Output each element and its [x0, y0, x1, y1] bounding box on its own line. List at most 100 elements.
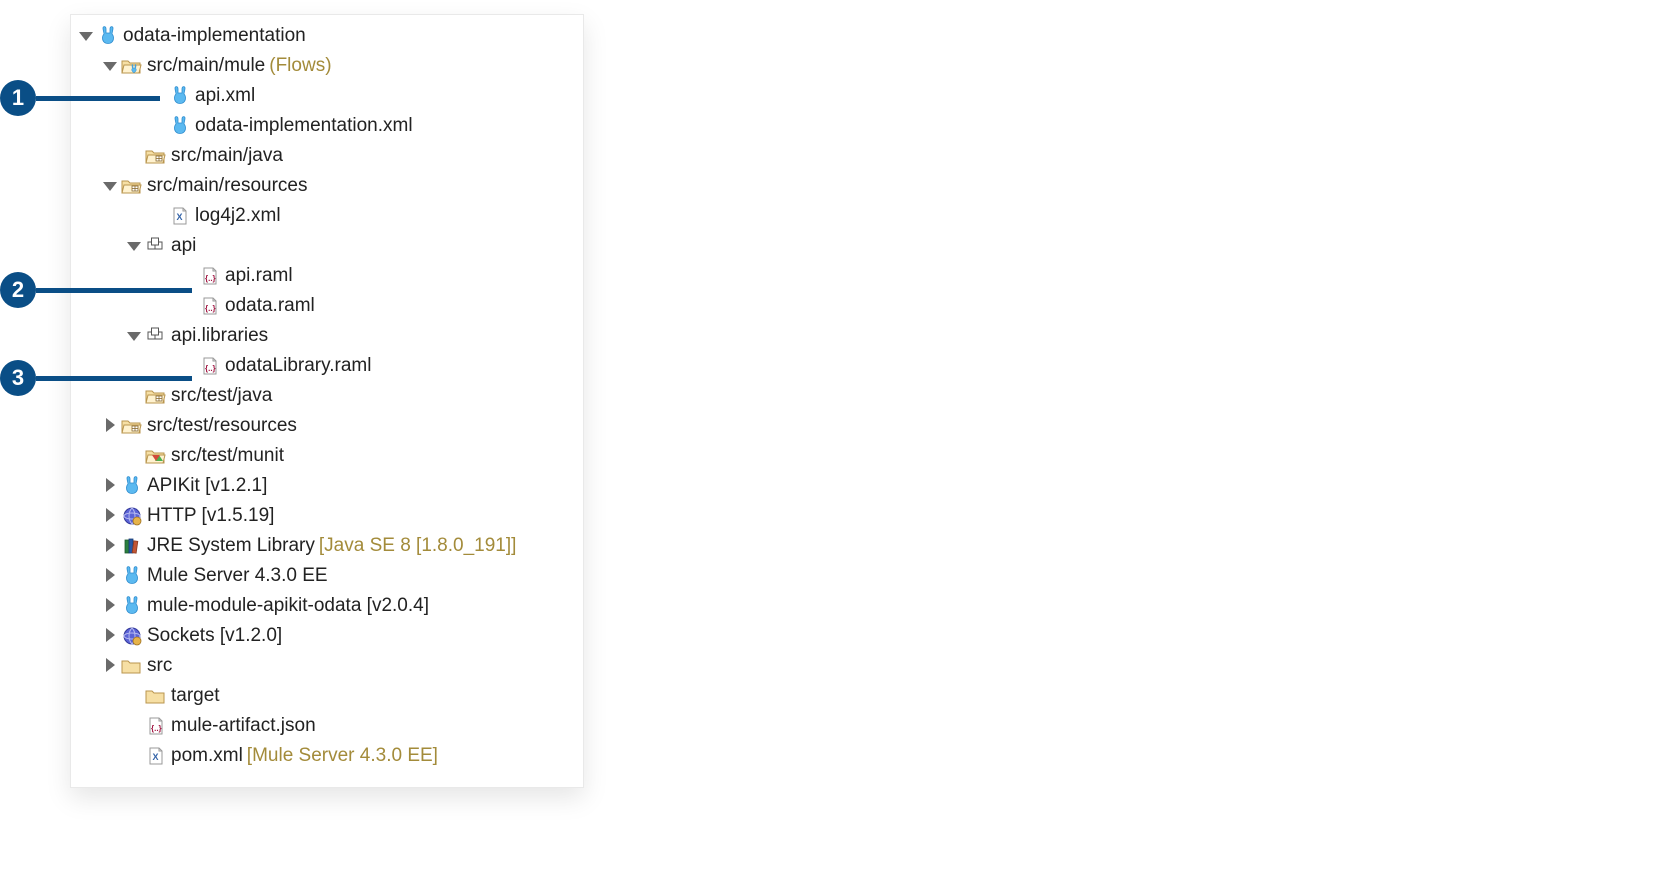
spacer [151, 118, 167, 134]
callout-line [36, 96, 160, 101]
tree-label: src/test/resources [147, 416, 297, 436]
chevron-right-icon[interactable] [103, 658, 119, 674]
folder-icon [145, 686, 167, 706]
chevron-down-icon[interactable] [79, 28, 95, 44]
globe-icon [121, 506, 143, 526]
lib-mule-server[interactable]: Mule Server 4.3.0 EE [71, 561, 583, 591]
xml-file-icon [169, 206, 191, 226]
callout-badge: 2 [0, 272, 36, 308]
json-file-icon [145, 716, 167, 736]
callout-badge: 3 [0, 360, 36, 396]
spacer [127, 688, 143, 704]
lib-sockets[interactable]: Sockets [v1.2.0] [71, 621, 583, 651]
chevron-right-icon[interactable] [103, 538, 119, 554]
lib-apikit[interactable]: APIKit [v1.2.1] [71, 471, 583, 501]
spacer [127, 748, 143, 764]
project-explorer[interactable]: odata-implementation src/main/mule (Flow… [70, 14, 584, 788]
tree-suffix: [Mule Server 4.3.0 EE] [247, 745, 438, 767]
tree-suffix: [Java SE 8 [1.8.0_191]] [319, 535, 517, 557]
munit-folder-icon [145, 446, 167, 466]
tree-label: log4j2.xml [195, 206, 281, 226]
tree-label: Sockets [v1.2.0] [147, 626, 282, 646]
lib-http[interactable]: HTTP [v1.5.19] [71, 501, 583, 531]
callout-1: 1 [0, 80, 160, 116]
mule-module-icon [121, 476, 143, 496]
spacer [127, 148, 143, 164]
mule-server-icon [121, 566, 143, 586]
folder-src-test-resources[interactable]: src/test/resources [71, 411, 583, 441]
tree-label: src [147, 656, 172, 676]
mule-module-icon [121, 596, 143, 616]
tree-label: mule-module-apikit-odata [v2.0.4] [147, 596, 429, 616]
callout-2: 2 [0, 272, 192, 308]
tree-label: pom.xml [171, 746, 243, 766]
xml-file-icon [145, 746, 167, 766]
chevron-down-icon[interactable] [103, 58, 119, 74]
chevron-right-icon[interactable] [103, 508, 119, 524]
folder-src-test-munit[interactable]: src/test/munit [71, 441, 583, 471]
package-icon [145, 326, 167, 346]
package-icon [145, 236, 167, 256]
spacer [127, 718, 143, 734]
chevron-right-icon[interactable] [103, 478, 119, 494]
spacer [127, 448, 143, 464]
file-mule-artifact[interactable]: mule-artifact.json [71, 711, 583, 741]
chevron-down-icon[interactable] [127, 328, 143, 344]
lib-mule-module-odata[interactable]: mule-module-apikit-odata [v2.0.4] [71, 591, 583, 621]
tree-label: mule-artifact.json [171, 716, 316, 736]
callout-badge: 1 [0, 80, 36, 116]
tree-label: src/main/resources [147, 176, 308, 196]
folder-flows[interactable]: src/main/mule (Flows) [71, 51, 583, 81]
tree-label: src/test/munit [171, 446, 284, 466]
tree-label: api.libraries [171, 326, 268, 346]
package-folder-icon [121, 176, 143, 196]
package-api[interactable]: api [71, 231, 583, 261]
callout-line [36, 376, 192, 381]
raml-file-icon [199, 356, 221, 376]
tree-label: odata.raml [225, 296, 315, 316]
tree-label: HTTP [v1.5.19] [147, 506, 274, 526]
tree-label: api.xml [195, 86, 255, 106]
project-root[interactable]: odata-implementation [71, 21, 583, 51]
mule-config-icon [169, 86, 191, 106]
tree-label: Mule Server 4.3.0 EE [147, 566, 328, 586]
tree-label: APIKit [v1.2.1] [147, 476, 267, 496]
tree-label: src/main/java [171, 146, 283, 166]
tree-label: target [171, 686, 220, 706]
tree-label: odata-implementation [123, 26, 306, 46]
chevron-down-icon[interactable] [103, 178, 119, 194]
folder-src-main-resources[interactable]: src/main/resources [71, 171, 583, 201]
tree-label: JRE System Library [147, 536, 315, 556]
tree-label: odataLibrary.raml [225, 356, 371, 376]
folder-target[interactable]: target [71, 681, 583, 711]
package-folder-icon [145, 146, 167, 166]
callout-line [36, 288, 192, 293]
callout-3: 3 [0, 360, 192, 396]
lib-jre[interactable]: JRE System Library [Java SE 8 [1.8.0_191… [71, 531, 583, 561]
folder-src-main-java[interactable]: src/main/java [71, 141, 583, 171]
spacer [151, 208, 167, 224]
chevron-right-icon[interactable] [103, 418, 119, 434]
tree-label: odata-implementation.xml [195, 116, 413, 136]
tree-suffix: (Flows) [269, 55, 331, 77]
file-pom[interactable]: pom.xml [Mule Server 4.3.0 EE] [71, 741, 583, 771]
package-folder-icon [121, 416, 143, 436]
chevron-down-icon[interactable] [127, 238, 143, 254]
mule-folder-icon [121, 56, 143, 76]
raml-file-icon [199, 296, 221, 316]
tree-label: api.raml [225, 266, 293, 286]
mule-config-icon [169, 116, 191, 136]
folder-src[interactable]: src [71, 651, 583, 681]
chevron-right-icon[interactable] [103, 628, 119, 644]
library-icon [121, 536, 143, 556]
tree-label: api [171, 236, 196, 256]
globe-icon [121, 626, 143, 646]
file-log4j2[interactable]: log4j2.xml [71, 201, 583, 231]
tree-label: src/main/mule [147, 56, 265, 76]
package-api-libraries[interactable]: api.libraries [71, 321, 583, 351]
folder-icon [121, 656, 143, 676]
raml-file-icon [199, 266, 221, 286]
chevron-right-icon[interactable] [103, 568, 119, 584]
chevron-right-icon[interactable] [103, 598, 119, 614]
mule-project-icon [97, 26, 119, 46]
